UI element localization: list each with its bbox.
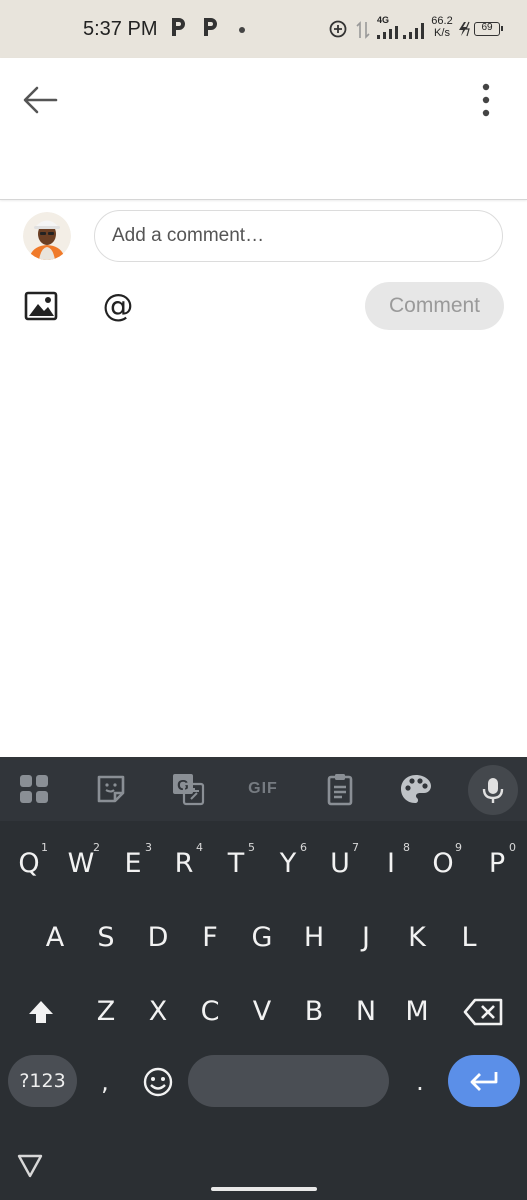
comma-key[interactable]: , bbox=[90, 1060, 120, 1104]
key-y[interactable]: Y6 bbox=[263, 836, 313, 892]
key-i[interactable]: I8 bbox=[366, 836, 416, 892]
translate-icon[interactable]: G bbox=[170, 771, 206, 807]
status-bar: 5:37 PM 4G 66.2 K/s 69 bbox=[0, 0, 527, 58]
charging-icon bbox=[459, 21, 470, 37]
key-hint: 0 bbox=[509, 841, 516, 854]
signal-strength-icon bbox=[377, 26, 398, 39]
key-f[interactable]: F bbox=[185, 910, 235, 966]
sticker-icon[interactable] bbox=[93, 771, 129, 807]
key-t[interactable]: T5 bbox=[211, 836, 261, 892]
key-hint: 8 bbox=[403, 841, 410, 854]
key-r[interactable]: R4 bbox=[159, 836, 209, 892]
key-o[interactable]: O9 bbox=[418, 836, 468, 892]
shift-icon[interactable] bbox=[25, 996, 57, 1028]
comment-submit-button[interactable]: Comment bbox=[365, 282, 504, 330]
key-hint: 2 bbox=[93, 841, 100, 854]
network-speed: 66.2 K/s bbox=[431, 15, 453, 39]
backspace-icon[interactable] bbox=[463, 996, 505, 1028]
more-vert-icon[interactable] bbox=[472, 80, 500, 120]
avatar-image bbox=[23, 212, 71, 260]
home-indicator[interactable] bbox=[211, 1187, 317, 1191]
key-l[interactable]: L bbox=[444, 910, 494, 966]
key-j[interactable]: J bbox=[341, 910, 391, 966]
apps-grid-icon[interactable] bbox=[16, 771, 52, 807]
key-hint: 6 bbox=[300, 841, 307, 854]
comment-input[interactable] bbox=[94, 210, 503, 262]
space-key[interactable] bbox=[188, 1055, 389, 1107]
key-m[interactable]: M bbox=[392, 984, 442, 1040]
enter-icon bbox=[470, 1072, 498, 1091]
key-hint: 9 bbox=[455, 841, 462, 854]
key-a[interactable]: A bbox=[30, 910, 80, 966]
key-q[interactable]: Q1 bbox=[4, 836, 54, 892]
key-hint: 1 bbox=[41, 841, 48, 854]
clipboard-icon[interactable] bbox=[322, 771, 358, 807]
key-n[interactable]: N bbox=[341, 984, 391, 1040]
key-w[interactable]: W2 bbox=[56, 836, 106, 892]
enter-key[interactable] bbox=[448, 1055, 520, 1107]
battery-icon: 69 bbox=[474, 22, 503, 36]
network-type: 4G bbox=[377, 15, 390, 25]
key-d[interactable]: D bbox=[133, 910, 183, 966]
avatar bbox=[23, 212, 71, 260]
gif-button[interactable]: GIF bbox=[243, 777, 283, 801]
key-h[interactable]: H bbox=[289, 910, 339, 966]
key-b[interactable]: B bbox=[289, 984, 339, 1040]
status-time: 5:37 PM bbox=[83, 18, 158, 40]
key-x[interactable]: X bbox=[133, 984, 183, 1040]
arrow-back-icon[interactable] bbox=[20, 82, 60, 118]
key-e[interactable]: E3 bbox=[108, 836, 158, 892]
key-v[interactable]: V bbox=[237, 984, 287, 1040]
key-hint: 5 bbox=[248, 841, 255, 854]
keyboard-toolbar: G GIF bbox=[0, 757, 527, 821]
period-key[interactable]: . bbox=[405, 1060, 435, 1104]
key-hint: 4 bbox=[196, 841, 203, 854]
key-z[interactable]: Z bbox=[81, 984, 131, 1040]
mention-button[interactable]: @ bbox=[100, 287, 136, 325]
signal-strength-icon-2 bbox=[403, 23, 424, 39]
key-g[interactable]: G bbox=[237, 910, 287, 966]
keyboard: G GIF bbox=[0, 757, 527, 1200]
key-s[interactable]: S bbox=[81, 910, 131, 966]
notification-p-icon bbox=[204, 18, 217, 36]
image-icon[interactable] bbox=[24, 290, 58, 322]
data-saver-icon bbox=[329, 20, 347, 38]
key-hint: 7 bbox=[352, 841, 359, 854]
key-p[interactable]: P0 bbox=[472, 836, 522, 892]
key-c[interactable]: C bbox=[185, 984, 235, 1040]
top-app-bar bbox=[0, 58, 527, 200]
notification-p-icon bbox=[172, 18, 185, 36]
data-transfer-icon bbox=[356, 21, 370, 39]
more-notifications-dot bbox=[239, 27, 245, 33]
emoji-icon[interactable] bbox=[142, 1066, 174, 1098]
symbols-key[interactable]: ?123 bbox=[8, 1055, 77, 1107]
mic-button[interactable] bbox=[468, 765, 518, 815]
nav-back-triangle-icon[interactable] bbox=[15, 1150, 45, 1180]
mic-icon bbox=[482, 778, 504, 803]
key-k[interactable]: K bbox=[392, 910, 442, 966]
key-u[interactable]: U7 bbox=[315, 836, 365, 892]
palette-icon[interactable] bbox=[398, 771, 434, 807]
key-hint: 3 bbox=[145, 841, 152, 854]
